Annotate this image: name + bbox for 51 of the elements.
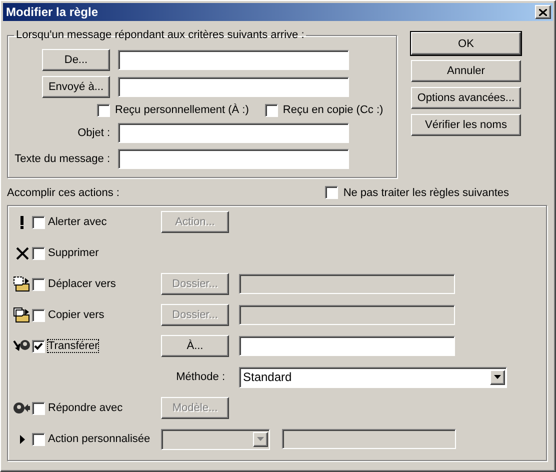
folder-copy-icon [13, 307, 31, 323]
checkbox[interactable] [32, 308, 45, 322]
close-button[interactable] [535, 5, 551, 19]
text-field[interactable] [118, 149, 349, 169]
dropdown-button[interactable] [490, 370, 505, 384]
text-field[interactable] [118, 123, 349, 143]
forward-person-icon [13, 339, 31, 353]
delete-icon [16, 246, 28, 260]
checkbox[interactable] [264, 104, 278, 116]
checkbox-label: Reçu personnellement (À :) [115, 104, 249, 116]
checkbox-label: Reçu en copie (Cc :) [282, 104, 384, 116]
action-button[interactable]: À... [161, 335, 229, 357]
folder-move-icon [13, 276, 31, 292]
action-field[interactable] [239, 336, 455, 356]
caret-icon [257, 437, 264, 441]
action-label: Action personnalisée [48, 433, 150, 445]
action-label: Copier vers [48, 309, 104, 321]
address-field[interactable] [118, 76, 349, 96]
dialog-button[interactable]: Annuler [411, 60, 521, 82]
action-label: Répondre avec [48, 402, 123, 414]
checkbox[interactable] [32, 278, 45, 290]
checkbox[interactable] [32, 402, 45, 414]
close-icon [539, 8, 547, 16]
field-label: Texte du message : [14, 153, 110, 165]
dialog-button[interactable]: Options avancées... [411, 87, 521, 109]
play-triangle-icon [20, 434, 24, 444]
checkbox[interactable] [97, 104, 110, 116]
method-label: Méthode : [175, 371, 226, 383]
action-label: Supprimer [48, 247, 99, 259]
reply-person-icon [13, 401, 31, 415]
action-label: Déplacer vers [48, 278, 116, 290]
exclamation-icon [20, 216, 24, 228]
address-button[interactable]: Envoyé à... [42, 76, 110, 98]
dialog-button[interactable]: Vérifier les noms [411, 114, 521, 136]
method-select[interactable]: Standard [239, 366, 507, 388]
group-title: Lorsqu'un message répondant aux critères suivants arrive : [15, 29, 306, 41]
action-label: Alerter avec [48, 216, 107, 228]
field-label: Objet : [78, 127, 110, 139]
checkbox[interactable] [32, 216, 45, 228]
dialog-button[interactable]: OK [411, 32, 521, 55]
section-title: Accomplir ces actions : [7, 186, 120, 198]
address-button[interactable]: De... [42, 48, 110, 70]
action-label: Transférer [48, 340, 98, 352]
checkbox[interactable] [325, 186, 338, 199]
checkbox[interactable] [32, 432, 45, 446]
checkbox[interactable] [32, 246, 45, 260]
checkbox[interactable] [32, 340, 45, 352]
address-field[interactable] [118, 50, 349, 70]
window-title: Modifier la règle [6, 5, 98, 19]
caret-icon [494, 375, 501, 379]
checkbox-label: Ne pas traiter les règles suivantes [343, 186, 509, 198]
